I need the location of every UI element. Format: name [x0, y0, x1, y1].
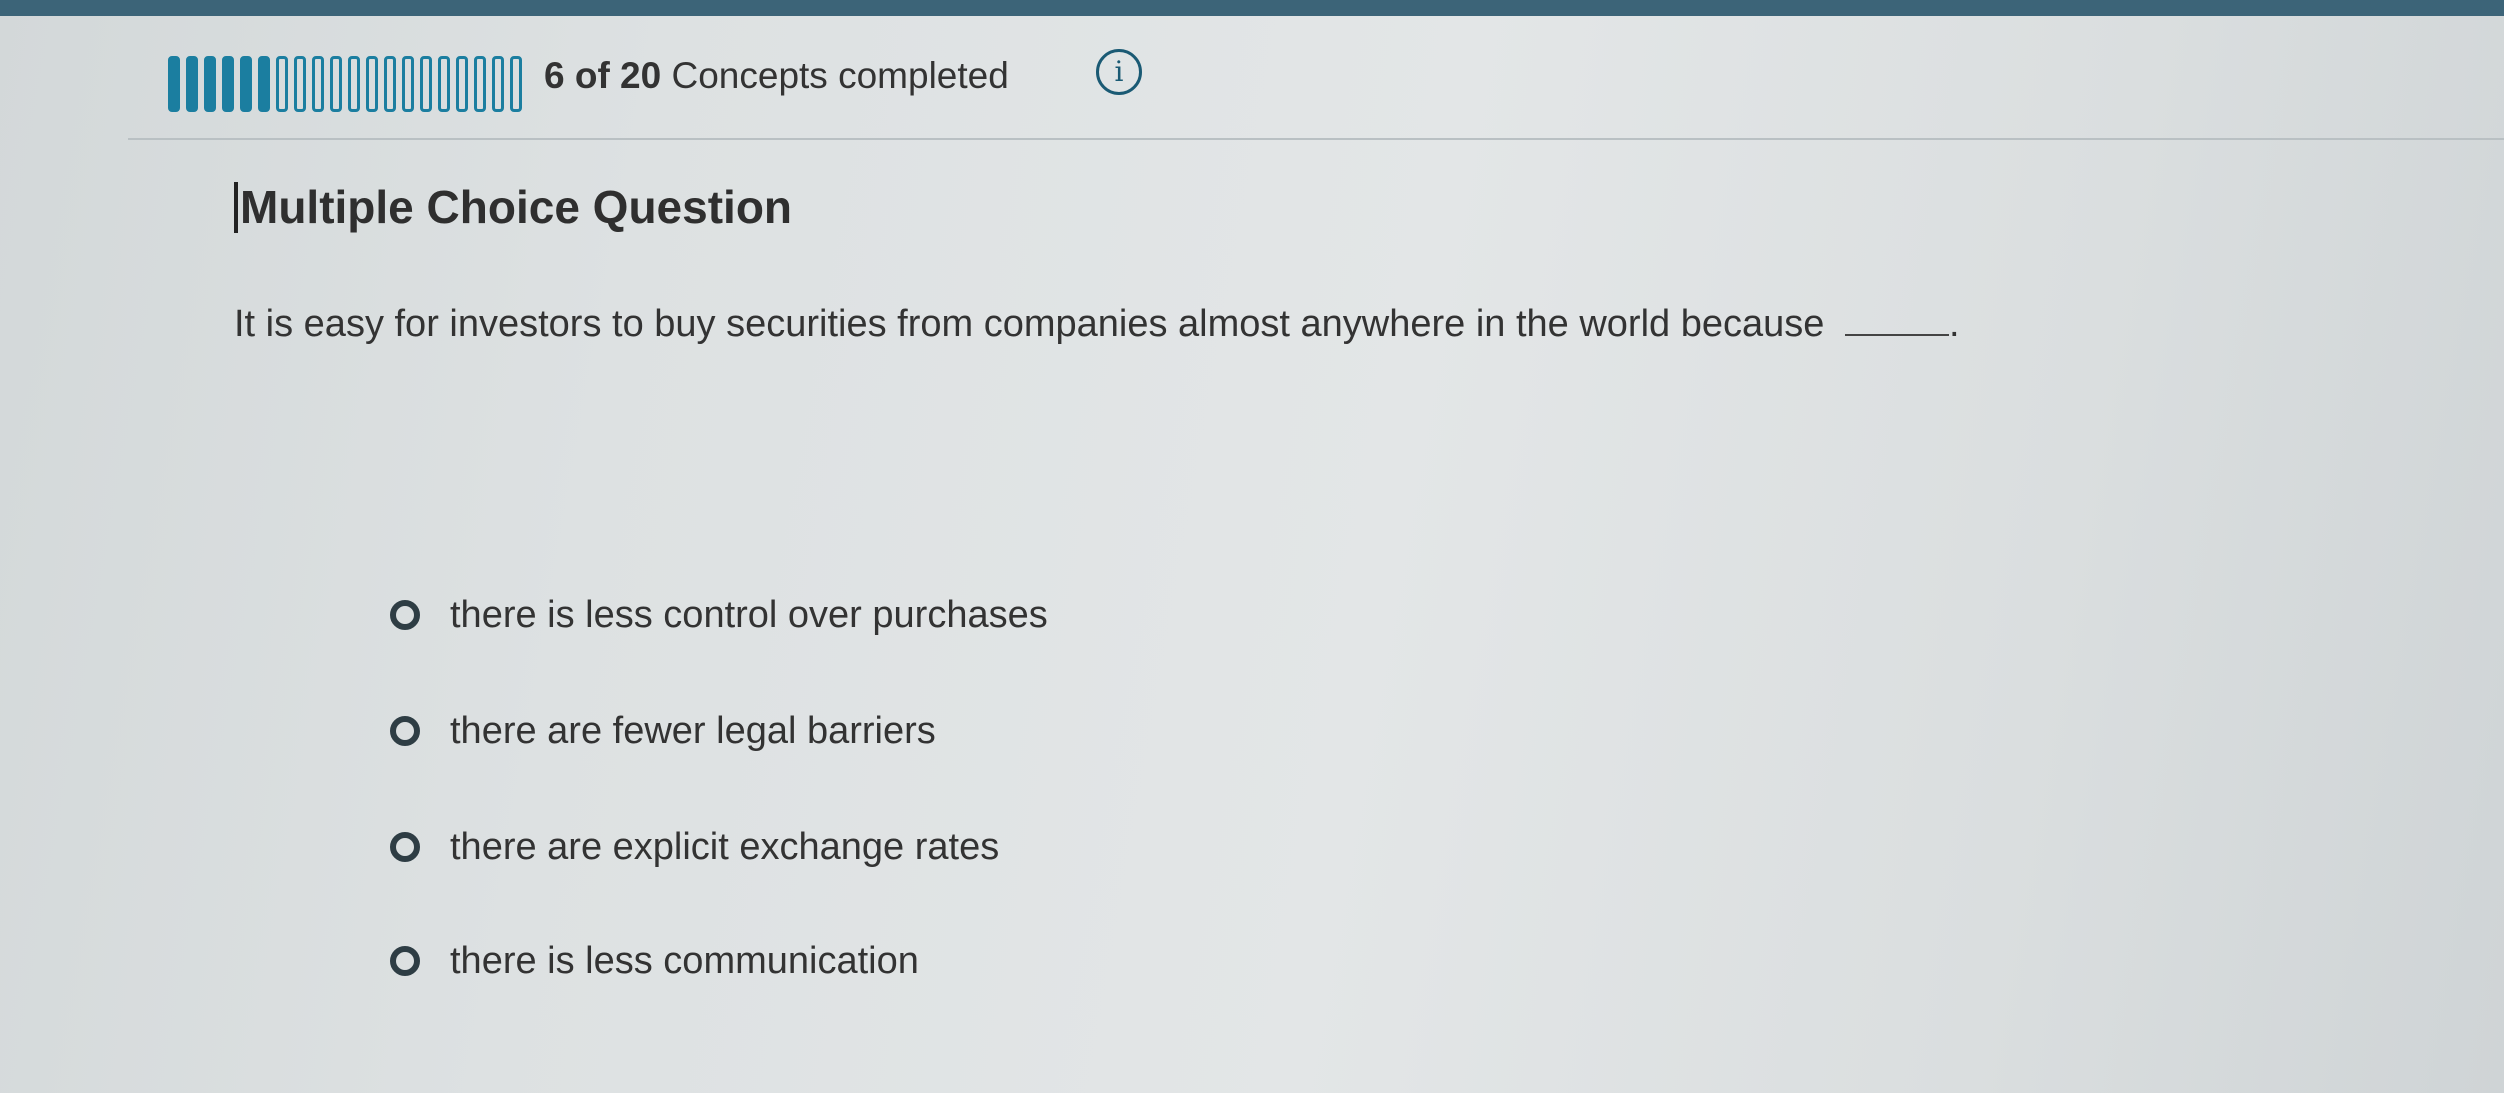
progress-segment-incomplete	[384, 56, 396, 112]
info-button[interactable]: i	[1096, 49, 1142, 95]
progress-segment-complete	[204, 56, 216, 112]
top-bar	[0, 0, 2504, 16]
radio-button[interactable]	[390, 600, 420, 630]
answer-option-label[interactable]: there is less control over purchases	[450, 594, 1048, 637]
progress-segment-incomplete	[402, 56, 414, 112]
progress-segment-incomplete	[312, 56, 324, 112]
answer-option[interactable]: there is less control over purchases	[390, 580, 1048, 650]
radio-button[interactable]	[390, 716, 420, 746]
progress-segment-incomplete	[330, 56, 342, 112]
info-icon: i	[1114, 55, 1124, 88]
answer-options: there is less control over purchases the…	[390, 580, 1048, 1042]
progress-segment-incomplete	[420, 56, 432, 112]
question-text-line: It is easy for investors to buy securiti…	[234, 302, 1960, 348]
progress-segment-incomplete	[294, 56, 306, 112]
progress-segment-incomplete	[366, 56, 378, 112]
question-period: .	[1948, 303, 1960, 345]
progress-segment-incomplete	[474, 56, 486, 112]
progress-segments	[168, 56, 522, 112]
progress-segment-complete	[258, 56, 270, 112]
divider	[128, 138, 2504, 140]
progress-segment-incomplete	[348, 56, 360, 112]
progress-segment-incomplete	[510, 56, 522, 112]
progress-text: 6 of 20 Concepts completed	[544, 54, 1009, 98]
progress-label: Concepts completed	[671, 55, 1009, 96]
progress-segment-complete	[240, 56, 252, 112]
progress-header: 6 of 20 Concepts completed i	[0, 16, 2504, 138]
answer-option-label[interactable]: there are fewer legal barriers	[450, 710, 936, 753]
progress-segment-incomplete	[456, 56, 468, 112]
progress-segment-complete	[222, 56, 234, 112]
progress-segment-incomplete	[276, 56, 288, 112]
progress-count: 6 of 20	[544, 55, 662, 96]
progress-segment-complete	[168, 56, 180, 112]
answer-blank	[1844, 308, 1949, 336]
answer-option[interactable]: there are explicit exchange rates	[390, 812, 1048, 882]
radio-button[interactable]	[390, 946, 420, 976]
question-heading: Multiple Choice Question	[234, 182, 792, 233]
progress-segment-complete	[186, 56, 198, 112]
answer-option[interactable]: there is less communication	[390, 926, 1048, 996]
progress-segment-incomplete	[492, 56, 504, 112]
answer-option-label[interactable]: there are explicit exchange rates	[450, 826, 999, 869]
answer-option-label[interactable]: there is less communication	[450, 940, 919, 983]
radio-button[interactable]	[390, 832, 420, 862]
question-text: It is easy for investors to buy securiti…	[234, 303, 1825, 345]
progress-segment-incomplete	[438, 56, 450, 112]
answer-option[interactable]: there are fewer legal barriers	[390, 696, 1048, 766]
